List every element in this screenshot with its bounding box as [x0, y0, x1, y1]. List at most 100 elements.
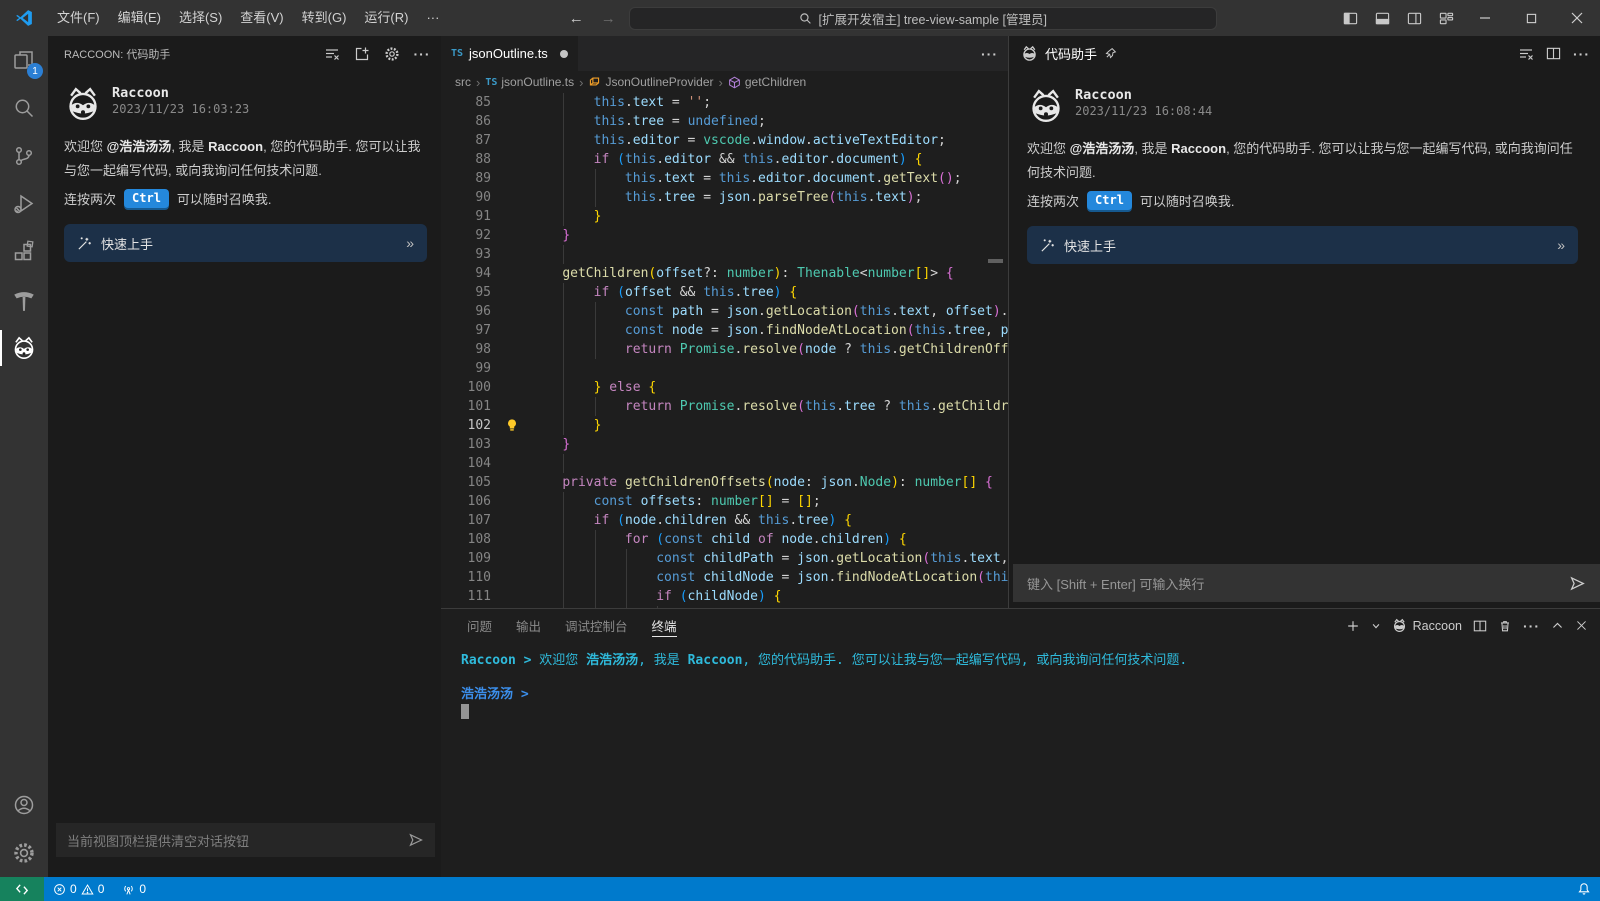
panel-tab[interactable]: 调试控制台 — [555, 609, 638, 642]
line-number: 87 — [441, 131, 491, 150]
code-line: 94 getChildren(offset?: number): Thenabl… — [441, 264, 1008, 283]
menu-item[interactable]: 编辑(E) — [109, 6, 170, 30]
maximize-panel-icon[interactable] — [1551, 619, 1564, 632]
status-bar: 0 0 0 — [0, 877, 1600, 901]
panel-tab[interactable]: 终端 — [642, 609, 687, 642]
toggle-secondary-sidebar-icon[interactable] — [1398, 0, 1430, 36]
explorer-icon[interactable]: 1 — [0, 36, 48, 84]
tab-code-assistant[interactable]: 代码助手 — [1021, 44, 1117, 63]
line-number: 107 — [441, 511, 491, 530]
panel-tab[interactable]: 问题 — [457, 609, 502, 642]
editor-actions-more-icon[interactable]: ··· — [981, 36, 1008, 71]
accounts-icon[interactable] — [0, 781, 48, 829]
menu-item[interactable]: 文件(F) — [48, 6, 109, 30]
assistant-name: Raccoon — [112, 85, 249, 101]
breadcrumb-class[interactable]: JsonOutlineProvider — [588, 75, 713, 89]
code-editor[interactable]: 85 this.text = '';86 this.tree = undefin… — [441, 93, 1008, 608]
customize-layout-icon[interactable] — [1430, 0, 1462, 36]
raccoon-tab-icon — [1021, 45, 1038, 62]
editor-scrollbar-marker[interactable] — [988, 259, 1003, 263]
menu-item[interactable]: 运行(R) — [355, 6, 417, 30]
new-terminal-icon[interactable] — [1346, 619, 1360, 633]
remote-indicator[interactable] — [0, 877, 44, 901]
terminal-profile[interactable]: Raccoon — [1392, 618, 1462, 633]
tab-jsonoutline[interactable]: TS jsonOutline.ts — [441, 36, 578, 71]
settings-gear-icon[interactable] — [0, 829, 48, 877]
send-icon[interactable] — [1569, 575, 1586, 592]
toggle-panel-icon[interactable] — [1366, 0, 1398, 36]
source-control-icon[interactable] — [0, 132, 48, 180]
modified-dot-icon[interactable] — [560, 50, 568, 58]
pin-icon[interactable] — [1104, 47, 1117, 60]
kill-terminal-icon[interactable] — [1498, 619, 1512, 633]
minimize-button[interactable] — [1462, 0, 1508, 36]
code-line: 106 const offsets: number[] = []; — [441, 492, 1008, 511]
code-line: 109 const childPath = json.getLocation(t… — [441, 549, 1008, 568]
search-icon — [799, 12, 812, 25]
raccoon-view-icon[interactable] — [0, 324, 48, 372]
sidebar-header: RACCOON: 代码助手 ··· — [48, 36, 441, 71]
raccoon-avatar — [1027, 87, 1065, 125]
clear-conversation-icon[interactable] — [1518, 46, 1534, 62]
message-timestamp: 2023/11/23 16:03:23 — [112, 102, 249, 116]
clear-conversation-icon[interactable] — [321, 43, 343, 65]
send-icon[interactable] — [408, 832, 424, 848]
tab-label: jsonOutline.ts — [469, 46, 548, 61]
toggle-sidebar-icon[interactable] — [1334, 0, 1366, 36]
split-terminal-icon[interactable] — [1473, 619, 1487, 633]
close-button[interactable] — [1554, 0, 1600, 36]
line-number: 91 — [441, 207, 491, 226]
menu-item[interactable]: 查看(V) — [231, 6, 292, 30]
wand-icon — [1040, 238, 1055, 253]
command-center-search[interactable]: [扩展开发宿主] tree-view-sample [管理员] — [629, 7, 1217, 30]
problems-status[interactable]: 0 0 — [44, 877, 113, 901]
sidebar-settings-icon[interactable] — [381, 43, 403, 65]
remote-icon — [15, 882, 30, 897]
breadcrumb-method[interactable]: getChildren — [728, 75, 806, 89]
lightbulb-icon[interactable] — [505, 418, 519, 432]
error-count: 0 — [70, 882, 77, 896]
ports-status[interactable]: 0 — [113, 877, 155, 901]
terminal-profile-chevron-icon[interactable] — [1371, 621, 1381, 631]
breadcrumb-src[interactable]: src — [455, 75, 471, 89]
ctrl-hint-after: 可以随时召唤我. — [1140, 191, 1235, 210]
menu-item[interactable]: 转到(G) — [293, 6, 356, 30]
breadcrumb-file[interactable]: TS jsonOutline.ts — [485, 75, 574, 89]
nav-back-icon[interactable]: ← — [565, 10, 587, 27]
search-view-icon[interactable] — [0, 84, 48, 132]
line-number: 110 — [441, 568, 491, 587]
menu-item[interactable]: 选择(S) — [170, 6, 231, 30]
sidebar-title: RACCOON: 代码助手 — [64, 46, 321, 62]
split-editor-icon[interactable] — [1546, 46, 1561, 61]
tree-view-sample-icon[interactable] — [0, 276, 48, 324]
right-chat-input[interactable]: 键入 [Shift + Enter] 可输入换行 — [1013, 564, 1600, 602]
panel-tab[interactable]: 输出 — [506, 609, 551, 642]
code-line: 108 for (const child of node.children) { — [441, 530, 1008, 549]
line-number: 104 — [441, 454, 491, 473]
maximize-button[interactable] — [1508, 0, 1554, 36]
code-line: 93 — [441, 245, 1008, 264]
close-panel-icon[interactable] — [1575, 619, 1588, 632]
nav-forward-icon[interactable]: → — [597, 10, 619, 27]
quick-start-button[interactable]: 快速上手 » — [1027, 226, 1578, 264]
wand-icon — [77, 236, 92, 251]
terminal-line: 浩浩汤汤 > — [461, 686, 1600, 703]
sidebar-input-placeholder: 当前视图顶栏提供清空对话按钮 — [67, 831, 400, 850]
title-bar: 文件(F)编辑(E)选择(S)查看(V)转到(G)运行(R)··· ← → [扩… — [0, 0, 1600, 36]
sidebar-chat-input[interactable]: 当前视图顶栏提供清空对话按钮 — [56, 823, 435, 857]
explorer-badge: 1 — [27, 63, 43, 79]
ts-file-icon: TS — [485, 77, 497, 88]
code-line: 107 if (node.children && this.tree) { — [441, 511, 1008, 530]
new-chat-icon[interactable] — [351, 43, 373, 65]
menu-item[interactable]: ··· — [417, 6, 448, 30]
quick-start-button[interactable]: 快速上手 » — [64, 224, 427, 262]
run-debug-icon[interactable] — [0, 180, 48, 228]
notifications-bell[interactable] — [1568, 877, 1600, 901]
terminal-line: Raccoon > 欢迎您 浩浩汤汤, 我是 Raccoon, 您的代码助手. … — [461, 652, 1600, 669]
panel-more-icon[interactable]: ··· — [1523, 618, 1540, 634]
extensions-icon[interactable] — [0, 228, 48, 276]
right-tab-label: 代码助手 — [1045, 44, 1097, 63]
terminal-output[interactable]: Raccoon > 欢迎您 浩浩汤汤, 我是 Raccoon, 您的代码助手. … — [441, 642, 1600, 720]
sidebar-more-icon[interactable]: ··· — [411, 43, 433, 65]
right-panel-more-icon[interactable]: ··· — [1573, 46, 1590, 62]
